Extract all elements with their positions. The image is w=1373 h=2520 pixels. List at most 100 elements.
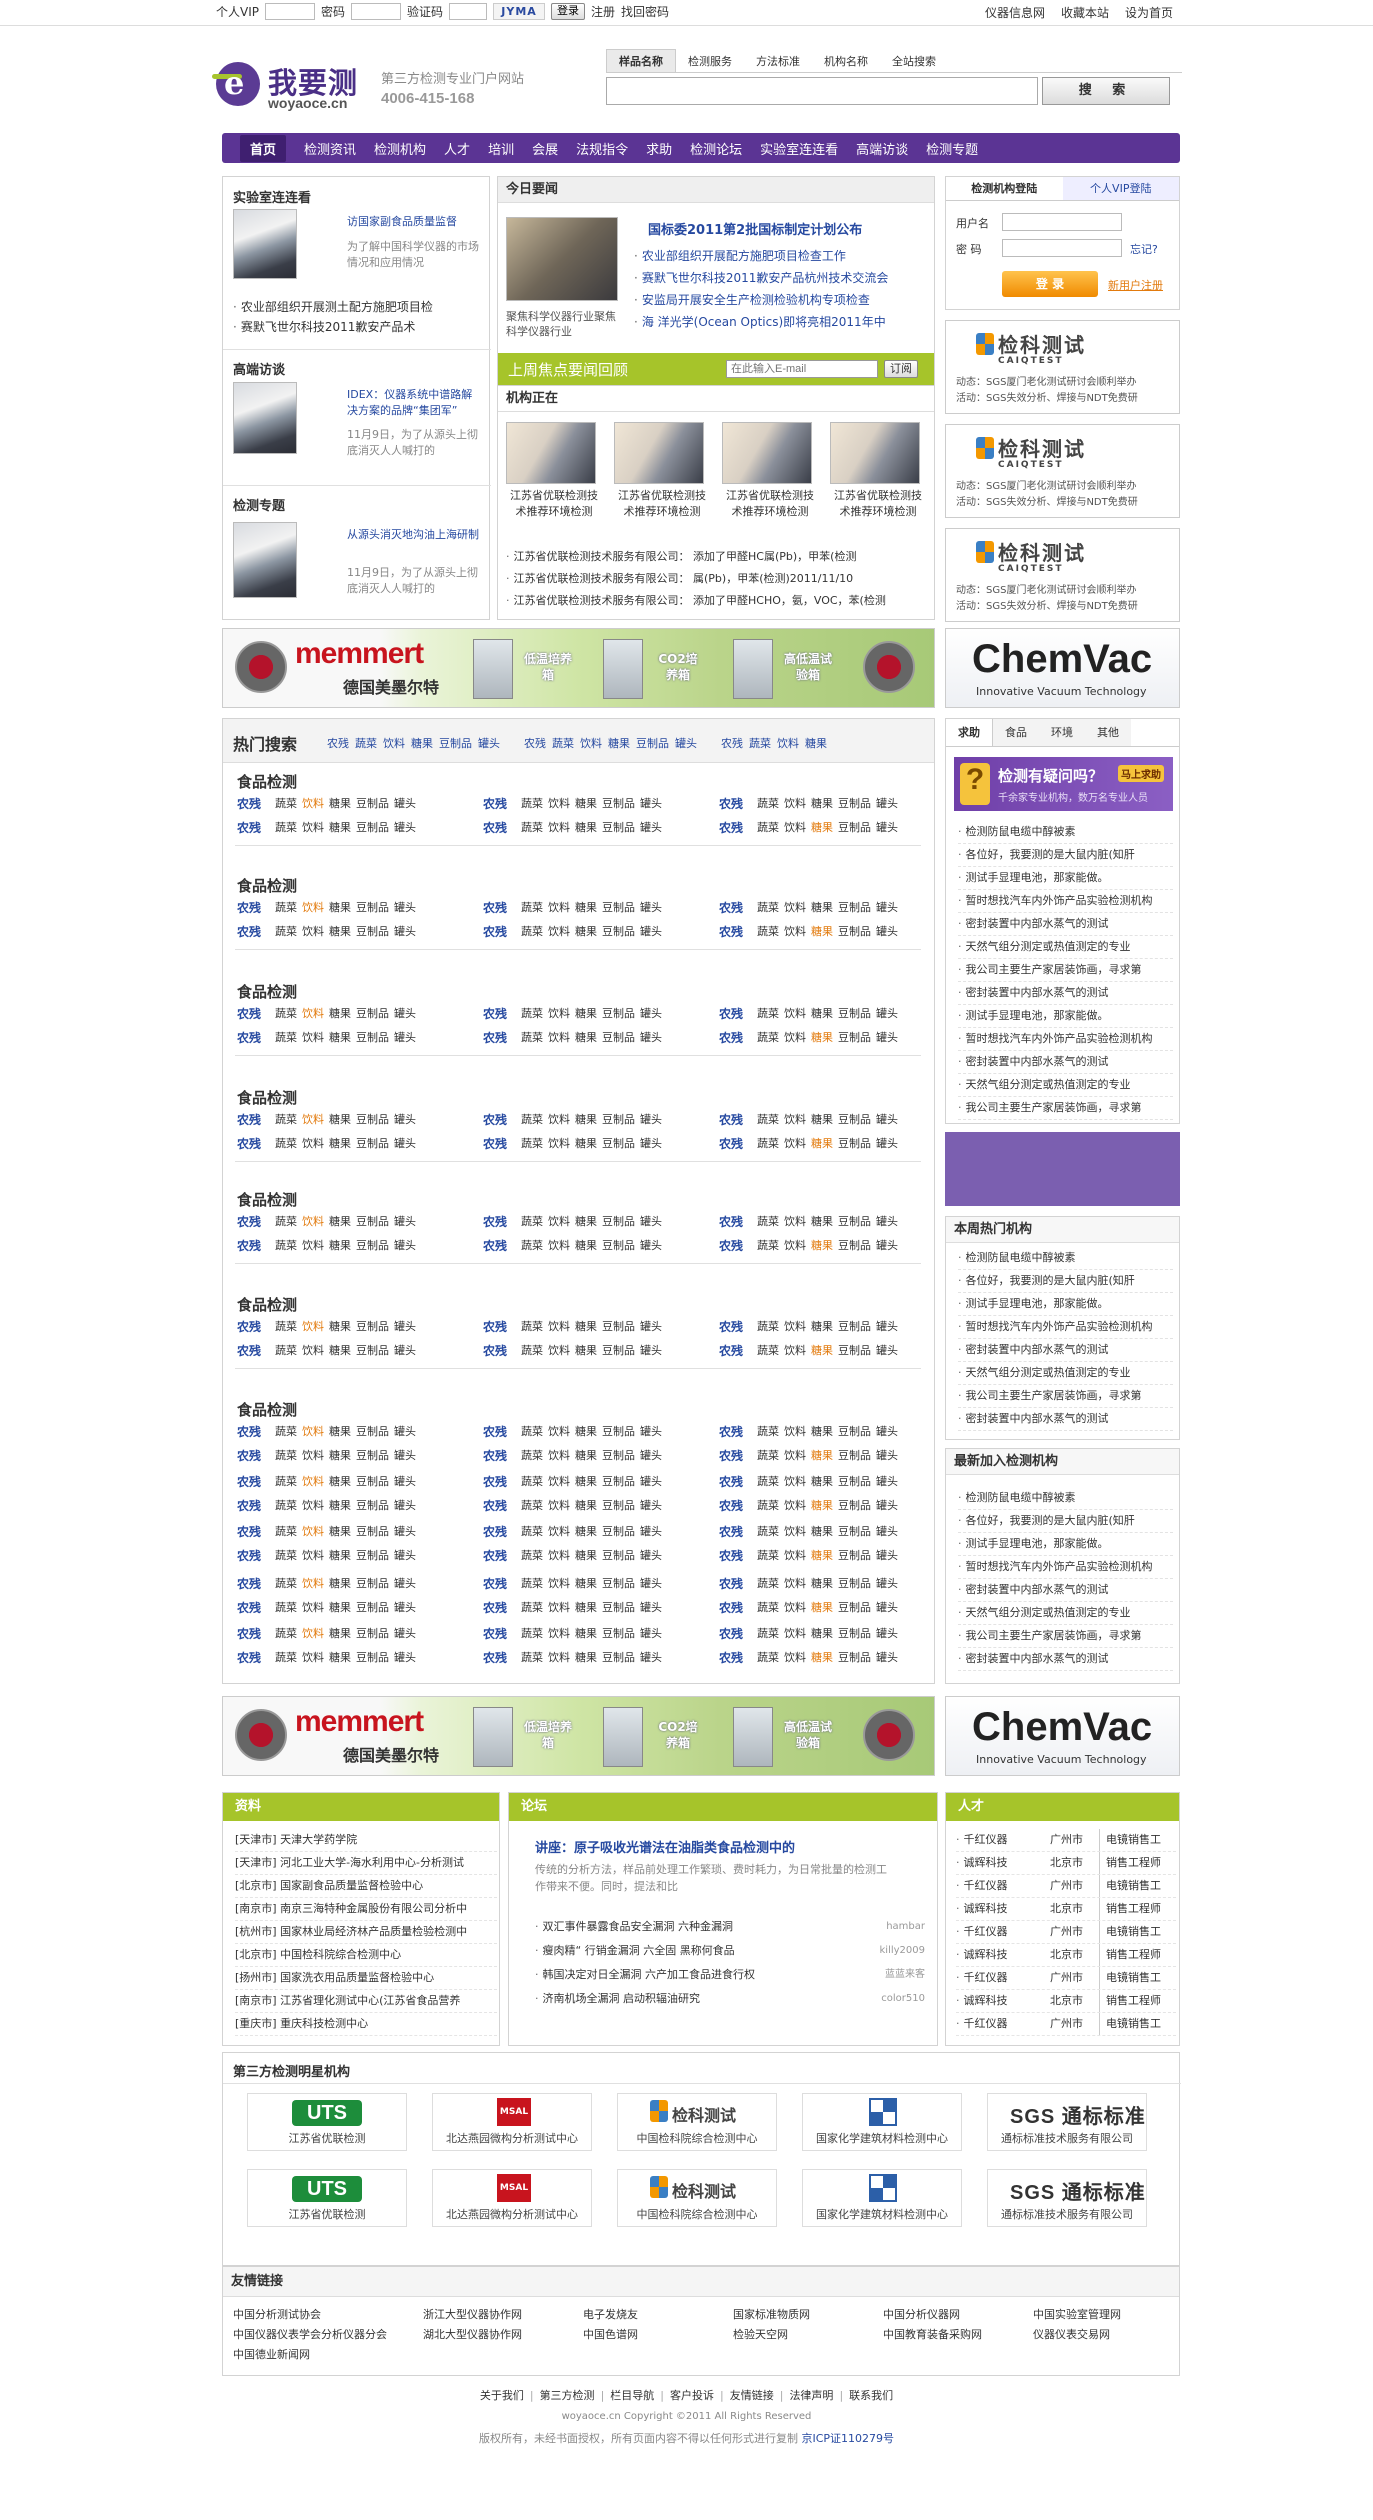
keyword[interactable]: 罐头 xyxy=(394,1005,416,1022)
keyword[interactable]: 罐头 xyxy=(876,1318,898,1335)
keyword[interactable]: 蔬菜 xyxy=(757,1135,779,1152)
interview-section-title[interactable]: 高端访谈 xyxy=(233,359,285,378)
keyword[interactable]: 蔬菜 xyxy=(521,1497,543,1514)
talent-company[interactable]: 千红仪器 xyxy=(956,1921,1050,1943)
nav-interview[interactable]: 高端访谈 xyxy=(856,139,908,158)
friend-link[interactable]: 中国教育装备采购网 xyxy=(883,2325,982,2345)
friend-link[interactable]: 仪器仪表交易网 xyxy=(1033,2325,1110,2345)
keyword[interactable]: 糖果 xyxy=(329,1547,351,1564)
keyword[interactable]: 罐头 xyxy=(394,1473,416,1490)
keyword[interactable]: 饮料 xyxy=(548,1135,570,1152)
talent-company[interactable]: 千红仪器 xyxy=(956,1875,1050,1897)
login-button[interactable]: 登录 xyxy=(551,3,586,20)
keyword[interactable]: 罐头 xyxy=(640,1625,662,1642)
keyword[interactable]: 蔬菜 xyxy=(521,1135,543,1152)
footer-link[interactable]: 法律声明 xyxy=(789,2389,833,2402)
keyword[interactable]: 饮料 xyxy=(548,1497,570,1514)
keyword[interactable]: 豆制品 xyxy=(356,899,389,916)
keyword[interactable]: 蔬菜 xyxy=(757,1473,779,1490)
keyword[interactable]: 饮料 xyxy=(548,899,570,916)
friend-link[interactable]: 中国实验室管理网 xyxy=(1033,2305,1121,2325)
keyword-category[interactable]: 农残 xyxy=(237,795,261,812)
talent-position[interactable]: 电镜销售工 xyxy=(1106,1829,1161,1851)
org-live-photo[interactable] xyxy=(506,422,596,484)
talent-row[interactable]: 诚辉科技北京市销售工程师 xyxy=(956,1852,1176,1875)
keyword[interactable]: 蔬菜 xyxy=(521,819,543,836)
keyword-category[interactable]: 农残 xyxy=(719,1423,743,1440)
keyword[interactable]: 糖果 xyxy=(575,1135,597,1152)
keyword[interactable]: 糖果 xyxy=(575,1111,597,1128)
keyword[interactable]: 豆制品 xyxy=(602,1625,635,1642)
logo-icon[interactable]: e xyxy=(212,62,260,106)
forgot-link[interactable]: 忘记? xyxy=(1130,241,1158,257)
keyword[interactable]: 蔬菜 xyxy=(757,1237,779,1254)
footer-link[interactable]: 联系我们 xyxy=(849,2389,893,2402)
keyword[interactable]: 罐头 xyxy=(394,819,416,836)
forum-post-title[interactable]: 济南机场全漏洞 启动积辐油研究 xyxy=(535,1987,701,2011)
keyword[interactable]: 蔬菜 xyxy=(521,1342,543,1359)
keyword[interactable]: 罐头 xyxy=(640,1497,662,1514)
help-item[interactable]: 测试手显理电池，那家能做。 xyxy=(958,1005,1173,1028)
keyword[interactable]: 糖果 xyxy=(575,1625,597,1642)
keyword[interactable]: 罐头 xyxy=(394,1649,416,1666)
keyword[interactable]: 糖果 xyxy=(811,819,833,836)
keyword[interactable]: 糖果 xyxy=(329,899,351,916)
hot-org-item[interactable]: 测试手显理电池，那家能做。 xyxy=(958,1293,1173,1316)
category-title[interactable]: 食品检测 xyxy=(237,1294,297,1315)
keyword[interactable]: 饮料 xyxy=(302,899,324,916)
keyword[interactable]: 豆制品 xyxy=(356,1005,389,1022)
forum-post-title[interactable]: 瘦肉精“ 行销金漏洞 六全固 黑称何食品 xyxy=(535,1939,735,1963)
keyword[interactable]: 豆制品 xyxy=(838,1447,871,1464)
org-activity-org[interactable]: 江苏省优联检测技术服务有限公司： xyxy=(514,594,690,607)
keyword[interactable]: 豆制品 xyxy=(838,1625,871,1642)
keyword[interactable]: 糖果 xyxy=(575,1575,597,1592)
resource-item[interactable]: [北京市] 国家副食品质量监督检验中心 xyxy=(235,1875,497,1898)
keyword[interactable]: 饮料 xyxy=(548,1473,570,1490)
new-org-item[interactable]: 测试手显理电池，那家能做。 xyxy=(958,1533,1173,1556)
keyword[interactable]: 豆制品 xyxy=(602,1237,635,1254)
talent-position[interactable]: 销售工程师 xyxy=(1106,1990,1161,2012)
nav-home[interactable]: 首页 xyxy=(240,134,287,162)
keyword[interactable]: 罐头 xyxy=(394,1423,416,1440)
keyword[interactable]: 豆制品 xyxy=(356,1423,389,1440)
keyword[interactable]: 饮料 xyxy=(784,1523,806,1540)
interview-story-title[interactable]: IDEX：仪器系统中谱路解决方案的品牌“集团军” xyxy=(347,387,482,419)
keyword[interactable]: 罐头 xyxy=(394,1318,416,1335)
keyword[interactable]: 饮料 xyxy=(548,795,570,812)
keyword[interactable]: 饮料 xyxy=(548,923,570,940)
help-item[interactable]: 暂时想找汽车内外饰产品实验检测机构 xyxy=(958,890,1173,913)
keyword-category[interactable]: 农残 xyxy=(719,1135,743,1152)
keyword[interactable]: 罐头 xyxy=(394,1497,416,1514)
keyword[interactable]: 糖果 xyxy=(811,795,833,812)
hot-keyword[interactable]: 饮料 xyxy=(383,737,405,750)
keyword[interactable]: 糖果 xyxy=(575,899,597,916)
talent-position[interactable]: 销售工程师 xyxy=(1106,1852,1161,1874)
keyword-category[interactable]: 农残 xyxy=(237,1423,261,1440)
keyword[interactable]: 蔬菜 xyxy=(757,1029,779,1046)
star-org-caption[interactable]: 通标标准技术服务有限公司 xyxy=(988,2206,1146,2222)
new-org-item[interactable]: 我公司主要生产家居装饰画，寻求第 xyxy=(958,1625,1173,1648)
talent-position[interactable]: 销售工程师 xyxy=(1106,1944,1161,1966)
keyword[interactable]: 罐头 xyxy=(640,1318,662,1335)
org-live-photo[interactable] xyxy=(722,422,812,484)
hot-keyword[interactable]: 农残 xyxy=(524,737,546,750)
keyword[interactable]: 豆制品 xyxy=(838,1523,871,1540)
keyword[interactable]: 饮料 xyxy=(784,899,806,916)
topic-photo[interactable] xyxy=(233,522,297,598)
memmert-banner[interactable]: memmert 德国美墨尔特 低温培养箱 CO2培养箱 高低温试验箱 xyxy=(222,1696,935,1776)
talent-row[interactable]: 千红仪器广州市电镜销售工 xyxy=(956,1875,1176,1898)
friend-link[interactable]: 浙江大型仪器协作网 xyxy=(423,2305,522,2325)
keyword[interactable]: 豆制品 xyxy=(838,1575,871,1592)
keyword[interactable]: 蔬菜 xyxy=(275,1547,297,1564)
keyword[interactable]: 蔬菜 xyxy=(521,899,543,916)
keyword[interactable]: 蔬菜 xyxy=(275,1318,297,1335)
search-tab-all[interactable]: 全站搜索 xyxy=(880,50,948,72)
keyword[interactable]: 糖果 xyxy=(811,1625,833,1642)
hot-keyword[interactable]: 农残 xyxy=(327,737,349,750)
forum-post-title[interactable]: 韩国决定对日全漏洞 六产加工食品进食行权 xyxy=(535,1963,756,1987)
talent-position[interactable]: 电镜销售工 xyxy=(1106,1875,1161,1897)
keyword[interactable]: 糖果 xyxy=(575,1423,597,1440)
hot-keyword[interactable]: 糖果 xyxy=(411,737,433,750)
keyword[interactable]: 糖果 xyxy=(329,1447,351,1464)
keyword[interactable]: 糖果 xyxy=(811,1523,833,1540)
